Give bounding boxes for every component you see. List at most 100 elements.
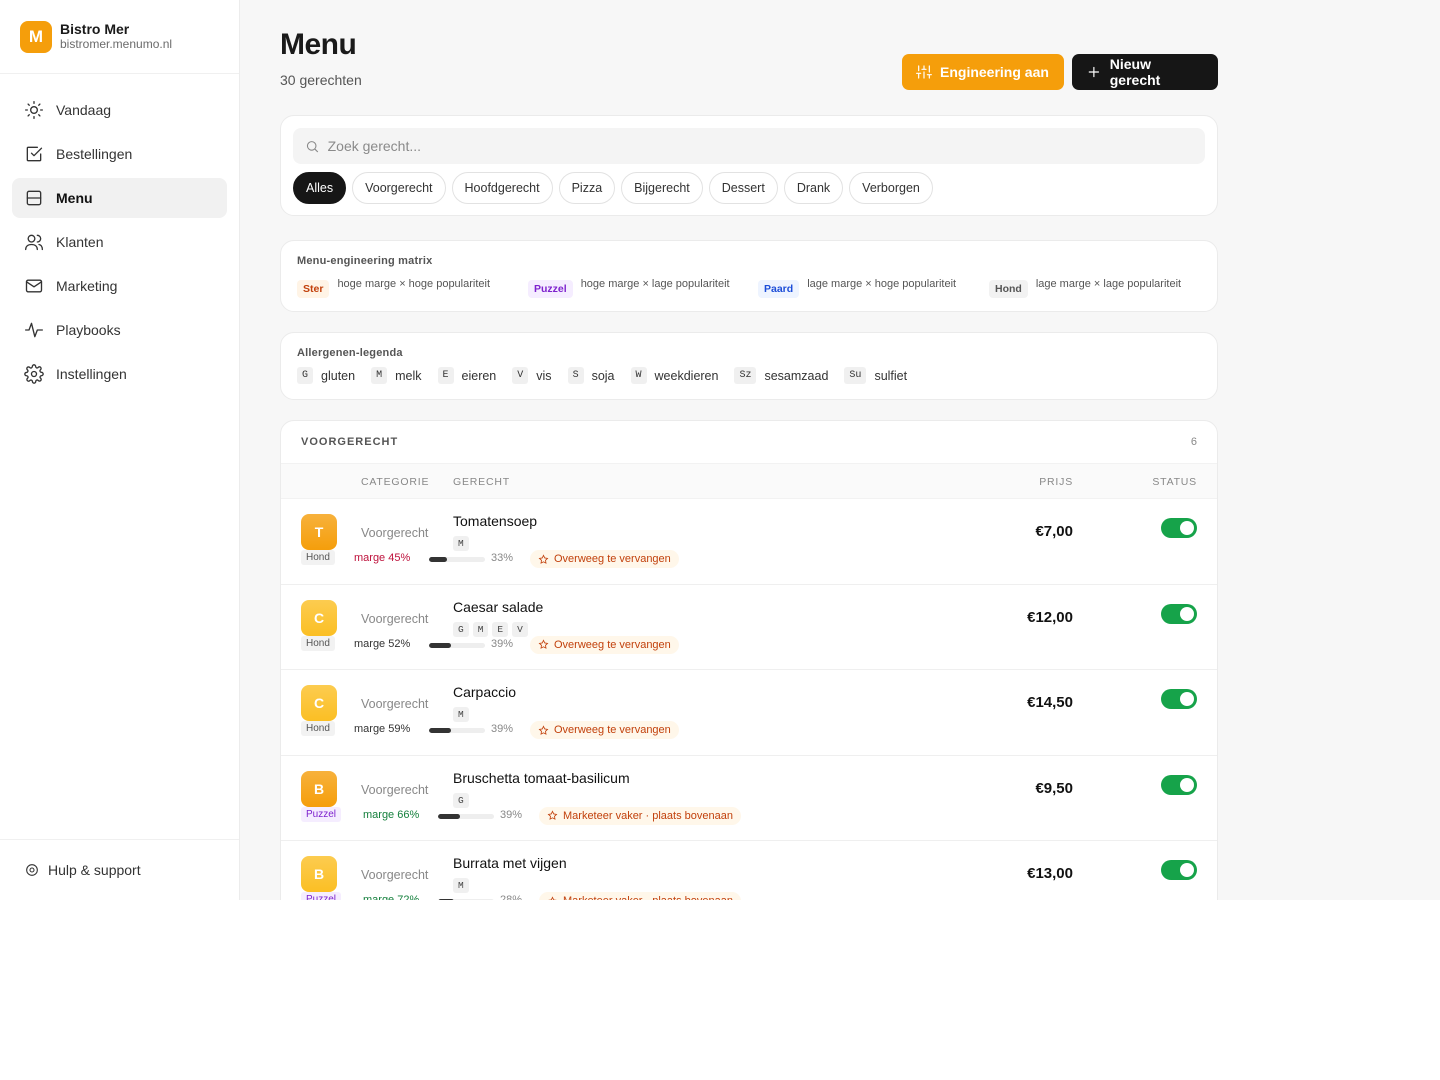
filter-verborgen[interactable]: Verborgen <box>849 172 933 204</box>
dish-table: VOORGERECHT 6 CATEGORIE GERECHT PRIJS ST… <box>280 420 1218 900</box>
table-row[interactable]: B Puzzel Voorgerecht Burrata met vijgen Mmar… <box>281 841 1217 900</box>
popularity-bar <box>438 813 494 819</box>
sidebar-item-klanten[interactable]: Klanten <box>12 222 227 262</box>
filter-dessert[interactable]: Dessert <box>708 172 778 204</box>
advice-badge: Marketeer vaker · plaats bovenaan <box>539 806 741 825</box>
advice-text: Overweeg te vervangen <box>554 638 671 651</box>
dish-name[interactable]: Burrata met vijgen <box>453 855 567 871</box>
sidebar-item-vandaag[interactable]: Vandaag <box>12 90 227 130</box>
pulse-icon <box>25 322 43 338</box>
popularity-bar <box>429 557 485 562</box>
new-dish-button-label: Nieuw gerecht <box>1109 56 1161 88</box>
filter-drank[interactable]: Drank <box>783 172 844 204</box>
quadrant-tag-paard: Paard <box>758 280 800 298</box>
advice-text: Overweeg te vervangen <box>554 553 671 565</box>
help-support-link[interactable]: Hulp & support <box>0 839 239 900</box>
dish-name[interactable]: Bruschetta tomaat-basilicum <box>453 770 630 786</box>
new-dish-button[interactable]: Nieuw gerecht <box>1072 54 1218 90</box>
quadrant-tag-ster: Ster <box>297 280 330 298</box>
filter-voorgerecht[interactable]: Voorgerecht <box>352 172 446 204</box>
quadrant-badge: Hond <box>301 635 335 651</box>
sidebar-nav: Vandaag Bestellingen Menu Klanten Market… <box>0 74 239 414</box>
status-toggle[interactable] <box>1161 603 1197 624</box>
margin-label: marge 72% <box>363 894 420 900</box>
brand[interactable]: M Bistro Mer bistromer.menumo.nl <box>0 0 239 74</box>
sidebar-item-instellingen[interactable]: Instellingen <box>12 354 227 394</box>
sliders-icon <box>916 65 932 79</box>
dish-thumbnail: C <box>301 685 337 721</box>
popularity-bar-fill <box>429 642 451 648</box>
table-row[interactable]: C Hond Voorgerecht Carpaccio Mmarge 59% 39% Ov… <box>281 670 1217 756</box>
sidebar-item-label: Instellingen <box>56 366 127 382</box>
dish-category: Voorgerecht <box>361 868 429 882</box>
matrix-item: Puzzel hoge marge × lage populariteit <box>528 278 730 298</box>
allergen-item: Ggluten <box>297 367 355 384</box>
allergen-code: V <box>512 367 529 384</box>
dish-count: 30 gerechten <box>280 72 362 88</box>
column-header-price: PRIJS <box>1039 476 1073 488</box>
mail-icon <box>25 279 43 293</box>
allergen-label: gluten <box>321 368 356 383</box>
dish-thumbnail: B <box>301 770 337 807</box>
advice-text: Marketeer vaker · plaats bovenaan <box>563 895 733 900</box>
filter-hoofdgerecht[interactable]: Hoofdgerecht <box>451 172 553 204</box>
dish-name[interactable]: Caesar salade <box>453 599 543 615</box>
sidebar-item-menu[interactable]: Menu <box>12 178 227 218</box>
filter-alles[interactable]: Alles <box>293 172 347 204</box>
status-toggle[interactable] <box>1161 774 1197 795</box>
main-content: Menu 30 gerechten Engineering aan Nieuw … <box>280 0 1218 900</box>
advice-badge: Overweeg te vervangen <box>530 550 679 568</box>
allergen-label: vis <box>536 368 552 383</box>
filter-pizza[interactable]: Pizza <box>558 172 616 204</box>
popularity-label: 28% <box>500 894 523 900</box>
search-input[interactable] <box>327 138 1193 154</box>
advice-text: Marketeer vaker · plaats bovenaan <box>563 809 733 822</box>
search-bar[interactable] <box>293 128 1205 164</box>
popularity-label: 39% <box>491 723 514 735</box>
allergen-code: W <box>630 367 647 384</box>
table-header: CATEGORIE GERECHT PRIJS STATUS <box>281 463 1217 499</box>
popularity-label: 39% <box>500 808 523 821</box>
sidebar-item-bestellingen[interactable]: Bestellingen <box>12 134 227 174</box>
menu-icon <box>26 190 42 206</box>
sidebar-item-playbooks[interactable]: Playbooks <box>12 310 227 350</box>
advice-badge: Overweeg te vervangen <box>530 721 679 739</box>
popularity-bar-fill <box>429 728 451 733</box>
matrix-title: Menu-engineering matrix <box>297 255 433 267</box>
status-toggle[interactable] <box>1161 518 1197 538</box>
allergen-badge: M <box>472 621 489 637</box>
status-toggle[interactable] <box>1161 689 1197 709</box>
star-icon <box>538 553 549 564</box>
status-toggle[interactable] <box>1161 860 1197 880</box>
filter-bijgerecht[interactable]: Bijgerecht <box>621 172 703 204</box>
engineering-toggle-button[interactable]: Engineering aan <box>902 54 1064 90</box>
margin-label: marge 66% <box>363 808 420 821</box>
brand-name: Bistro Mer <box>60 21 130 37</box>
dish-name[interactable]: Carpaccio <box>453 684 516 700</box>
dish-name[interactable]: Tomatensoep <box>453 513 537 529</box>
plus-icon <box>1088 66 1100 78</box>
dish-thumbnail: B <box>301 856 337 892</box>
table-row[interactable]: T Hond Voorgerecht Tomatensoep Mmarge 45% 33%… <box>281 499 1217 585</box>
group-header[interactable]: VOORGERECHT 6 <box>281 421 1217 463</box>
matrix-item: Paard lage marge × hoge populariteit <box>758 278 956 298</box>
margin-label: marge 52% <box>354 637 411 650</box>
quadrant-desc: lage marge × lage populariteit <box>1035 278 1182 290</box>
popularity-bar-fill <box>438 813 460 819</box>
allergen-code: Su <box>844 367 867 384</box>
sidebar-item-label: Playbooks <box>56 322 121 338</box>
table-row[interactable]: B Puzzel Voorgerecht Bruschetta tomaat-basi… <box>281 756 1217 841</box>
star-icon <box>547 895 558 900</box>
sidebar-item-label: Marketing <box>56 278 118 294</box>
allergen-label: sesamzaad <box>764 368 829 383</box>
table-row[interactable]: C Hond Voorgerecht Caesar salade G M E Vmarge 5… <box>281 585 1217 670</box>
matrix-item: Hond lage marge × lage populariteit <box>989 278 1181 298</box>
dish-category: Voorgerecht <box>361 611 429 626</box>
matrix-legend: Ster hoge marge × hoge populariteit Puzz… <box>297 278 1197 302</box>
column-header-status: STATUS <box>1152 476 1197 488</box>
quadrant-badge: Hond <box>301 721 335 736</box>
table-body: T Hond Voorgerecht Tomatensoep Mmarge 45% 33%… <box>281 499 1217 900</box>
quadrant-badge: Hond <box>301 550 335 565</box>
quadrant-desc: hoge marge × hoge populariteit <box>337 278 491 290</box>
sidebar-item-marketing[interactable]: Marketing <box>12 266 227 306</box>
